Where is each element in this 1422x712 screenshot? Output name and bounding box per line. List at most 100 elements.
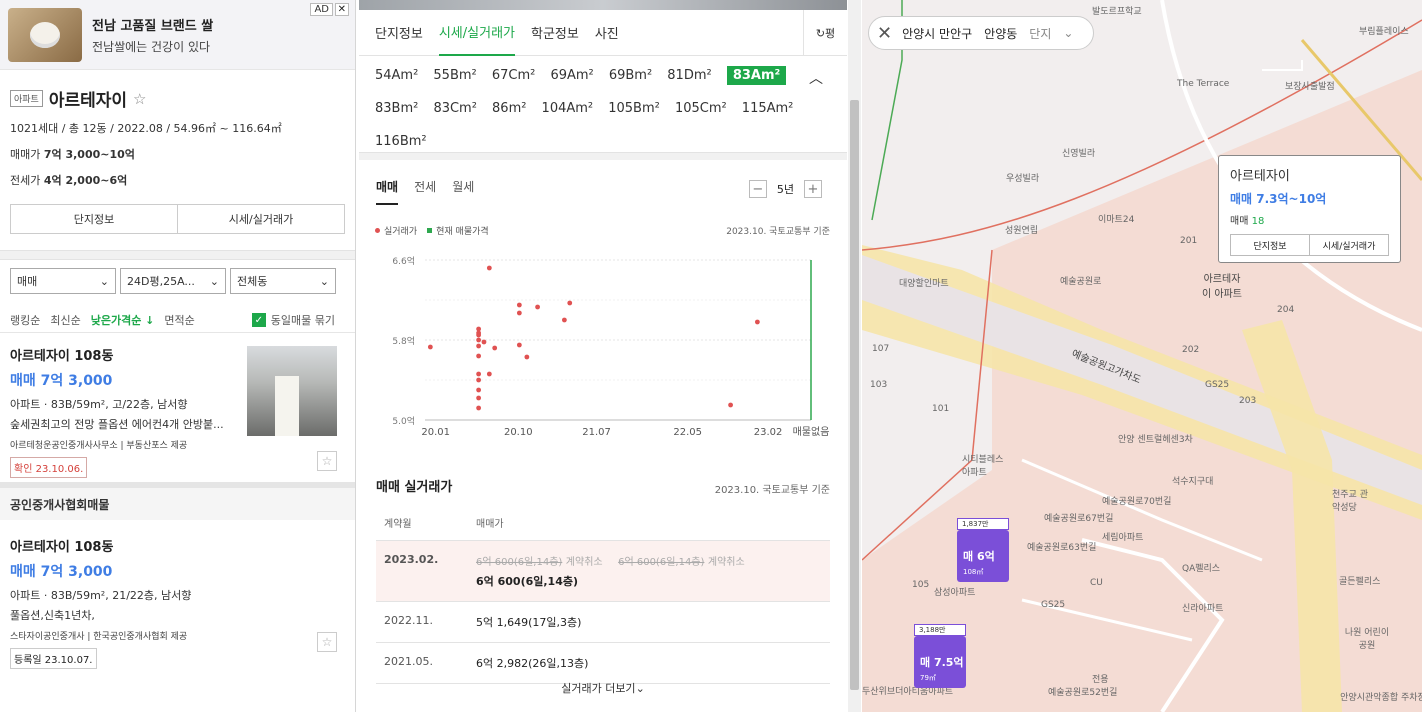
map-label: 세림아파트: [1102, 533, 1144, 543]
tab-school[interactable]: 학군정보: [531, 10, 579, 56]
map-label: 대양할인마트: [899, 279, 949, 289]
popup-price-button[interactable]: 시세/실거래가: [1310, 235, 1388, 255]
refresh-icon: ↻: [815, 26, 826, 40]
ad-banner[interactable]: 전남 고품질 브랜드 쌀 전남쌀에는 건강이 있다 AD ✕: [0, 0, 355, 70]
data-point: [524, 354, 530, 360]
data-point: [561, 317, 567, 323]
complex-info-button[interactable]: 단지정보: [11, 205, 178, 233]
trade-price: 5억 1,649(17일,3층): [468, 601, 830, 643]
popup-info-button[interactable]: 단지정보: [1231, 235, 1310, 255]
close-icon[interactable]: ✕: [877, 23, 892, 44]
complex-popup[interactable]: 아르테자이 매매 7.3억~10억 매매 18 단지정보 시세/실거래가: [1218, 155, 1401, 263]
plus-button[interactable]: +: [804, 180, 822, 198]
area-chip[interactable]: 69Bm²: [609, 66, 652, 85]
map-label: 예술공원로67번길: [1044, 514, 1114, 524]
chevron-down-icon[interactable]: ⌄: [1063, 26, 1073, 40]
area-chip[interactable]: 116Bm²: [375, 132, 427, 151]
sort-low-price[interactable]: 낮은가격순 ↓: [91, 312, 155, 328]
trade-type-select[interactable]: 매매 ⌄: [10, 268, 116, 294]
dong-select[interactable]: 전체동 ⌄: [230, 268, 336, 294]
legend-current: 현재 매물가격: [436, 227, 489, 237]
scrollbar-thumb[interactable]: [850, 100, 859, 690]
area-chip[interactable]: 54Am²: [375, 66, 418, 85]
ad-title: 전남 고품질 브랜드 쌀: [92, 18, 214, 34]
chevron-down-icon: ⌄: [99, 274, 109, 288]
col-month: 계약월: [376, 505, 468, 541]
breadcrumb-city[interactable]: 안양시 만안구: [902, 25, 972, 42]
divider: [0, 250, 355, 260]
y-tick-label: 5.8억: [392, 335, 415, 347]
area-select[interactable]: 24D평,25A... ⌄: [120, 268, 226, 294]
data-point: [486, 265, 492, 271]
map-price-marker[interactable]: 3,188만 매 7.5억 79㎡: [914, 624, 966, 688]
area-chip[interactable]: 115Am²: [742, 99, 794, 118]
area-chip[interactable]: 83Bm²: [375, 99, 418, 118]
tab-complex-info[interactable]: 단지정보: [375, 10, 423, 56]
chart-tab-monthly[interactable]: 월세: [452, 178, 474, 205]
group-same-listings-toggle[interactable]: ✓ 동일매물 묶기: [251, 312, 345, 328]
listing-item[interactable]: 아르테자이 108동 매매 7억 3,000 아파트 · 83B/59m², 2…: [0, 520, 355, 669]
area-chip[interactable]: 86m²: [492, 99, 526, 118]
x-tick-label: 21.07: [582, 427, 611, 438]
map-label: 석수지구대: [1172, 477, 1214, 487]
area-chip[interactable]: 67Cm²: [492, 66, 536, 85]
map-label: 204: [1277, 305, 1295, 315]
ad-close-icon[interactable]: ✕: [334, 3, 349, 16]
divider: [359, 152, 847, 160]
legend-dot-current: [427, 228, 433, 233]
star-icon[interactable]: ☆: [133, 90, 146, 108]
data-point: [476, 387, 482, 393]
sort-area[interactable]: 면적순: [164, 312, 194, 328]
legend-actual: 실거래가: [384, 227, 418, 237]
sort-latest[interactable]: 최신순: [50, 312, 80, 328]
sale-price-range: 매매가 7억 3,000~10억: [10, 148, 135, 161]
map-price-marker[interactable]: 1,837만 매 6억 108㎡: [957, 518, 1009, 582]
breadcrumb-complex[interactable]: 단지: [1029, 25, 1051, 42]
data-point: [476, 377, 482, 383]
ad-image: [8, 7, 82, 62]
area-chip[interactable]: 69Am²: [550, 66, 593, 85]
chart-tab-sale[interactable]: 매매: [376, 178, 399, 205]
star-icon[interactable]: ☆: [317, 451, 337, 471]
chart-tab-jeonse[interactable]: 전세: [414, 178, 436, 205]
listing-item[interactable]: 아르테자이 108동 매매 7억 3,000 아파트 · 83B/59m², 고…: [0, 332, 355, 482]
check-icon: ✓: [251, 313, 266, 327]
area-chip-active[interactable]: 83Am²: [726, 66, 787, 85]
star-icon[interactable]: ☆: [317, 632, 337, 652]
unit-toggle-button[interactable]: ↻ 평: [803, 10, 847, 56]
detail-tabs: 단지정보 시세/실거래가 학군정보 사진 ↻ 평: [359, 10, 847, 56]
area-chip[interactable]: 81Dm²: [667, 66, 711, 85]
x-tick-label: 20.10: [504, 427, 533, 438]
data-point: [486, 371, 492, 377]
map-label: 103: [870, 380, 888, 390]
map[interactable]: 발도르프학교 부림플레이스 The Terrace 보장사출발점 신영빌라 우성…: [862, 0, 1422, 712]
area-chip[interactable]: 105Bm²: [608, 99, 660, 118]
map-label: 보장사출발점: [1285, 82, 1335, 92]
area-chip[interactable]: 55Bm²: [433, 66, 476, 85]
map-label: 아르테자이 아파트: [1202, 274, 1242, 300]
tab-photos[interactable]: 사진: [595, 10, 619, 56]
listing-photo[interactable]: [247, 346, 337, 436]
sort-bar: 랭킹순 최신순 낮은가격순 ↓ 면적순 ✓ 동일매물 묶기: [0, 294, 355, 332]
area-chip[interactable]: 104Am²: [542, 99, 594, 118]
breadcrumb-dong[interactable]: 안양동: [984, 25, 1017, 42]
map-label: 이마트24: [1098, 215, 1135, 225]
minus-button[interactable]: −: [748, 180, 767, 198]
price-info-button[interactable]: 시세/실거래가: [178, 205, 344, 233]
map-label: 발도르프학교: [1092, 7, 1142, 17]
chevron-up-icon[interactable]: ︿: [809, 68, 823, 88]
data-point: [476, 332, 482, 338]
tab-price[interactable]: 시세/실거래가: [438, 10, 515, 56]
assoc-section-header: 공인중개사협회매물: [0, 482, 355, 520]
map-label: 삼성아파트: [934, 588, 976, 598]
sort-ranking[interactable]: 랭킹순: [10, 312, 40, 328]
more-trades-button[interactable]: 실거래가 더보기 ⌄: [376, 670, 830, 706]
area-chip[interactable]: 83Cm²: [433, 99, 477, 118]
data-point: [492, 345, 498, 351]
area-chip[interactable]: 105Cm²: [675, 99, 727, 118]
listing-price: 매매 7억 3,000: [10, 564, 113, 580]
complex-meta: 1021세대 / 총 12동 / 2022.08 / 54.96㎡ ~ 116.…: [10, 122, 282, 135]
x-tick-label: 20.01: [421, 427, 450, 438]
price-panel: 단지정보 시세/실거래가 학군정보 사진 ↻ 평 54Am² 55Bm² 67Cm…: [359, 0, 847, 712]
trades-source: 2023.10. 국토교통부 기준: [714, 485, 830, 496]
